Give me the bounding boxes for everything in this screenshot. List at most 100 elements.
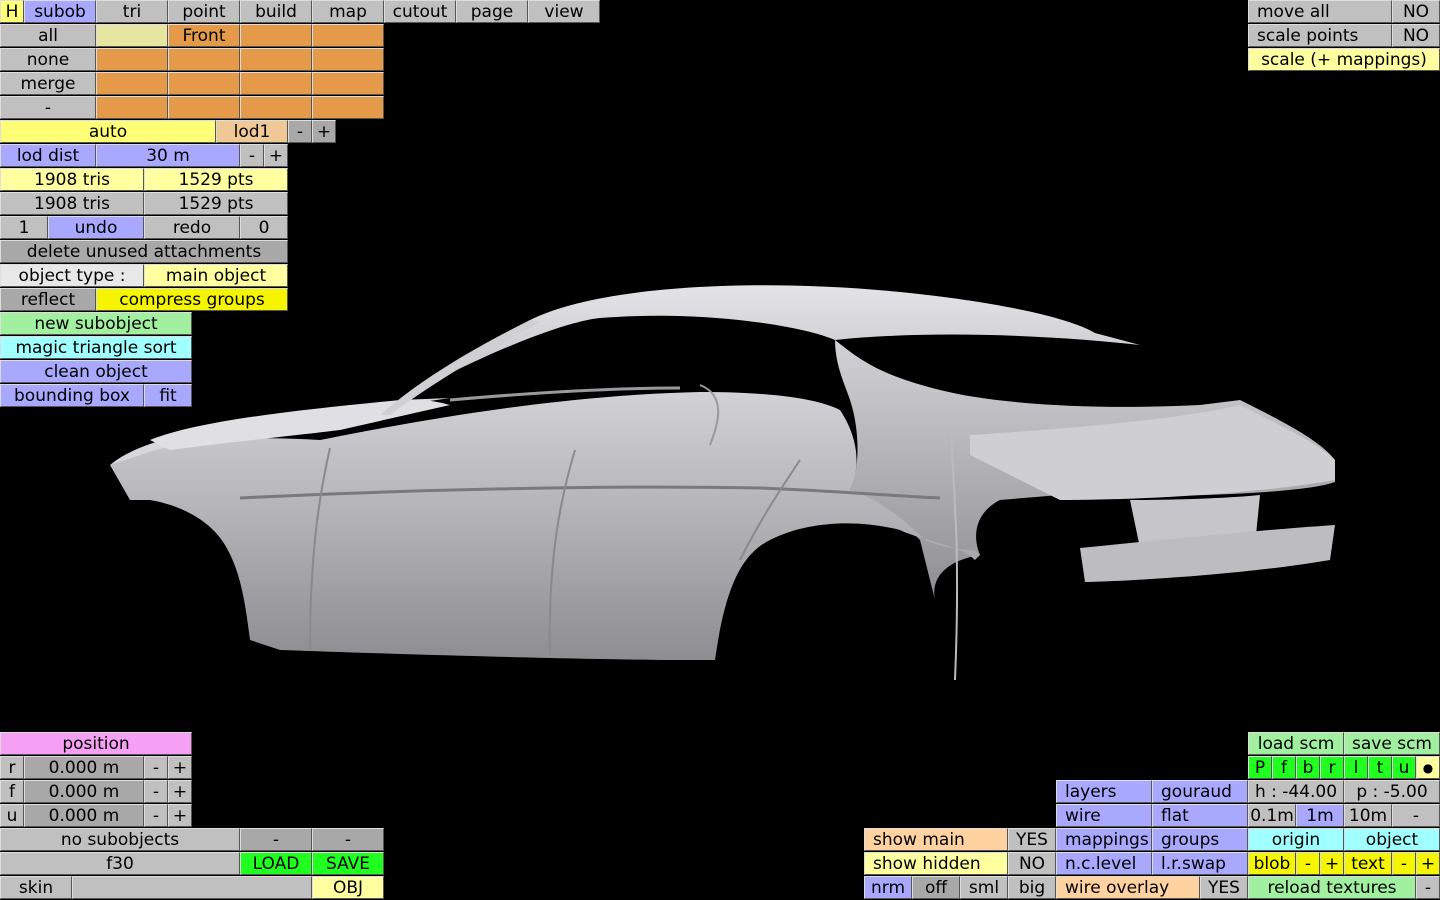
slot-cell[interactable]	[240, 48, 312, 71]
axis-u-value[interactable]: 0.000 m	[24, 804, 144, 827]
step-0-1m-button[interactable]: 0.1m	[1248, 804, 1296, 827]
slot-front[interactable]: Front	[168, 24, 240, 47]
slot-cell[interactable]	[312, 96, 384, 119]
lod-plus-button[interactable]: +	[312, 120, 336, 143]
text-plus-button[interactable]: +	[1416, 852, 1440, 875]
reload-minus-button[interactable]: -	[1416, 876, 1440, 899]
wire-button[interactable]: wire	[1056, 804, 1152, 827]
tab-page[interactable]: page	[456, 0, 528, 23]
lod-name[interactable]: lod1	[216, 120, 288, 143]
load-scm-button[interactable]: load scm	[1248, 732, 1344, 755]
show-hidden-value[interactable]: NO	[1008, 852, 1056, 875]
slot-cell[interactable]	[168, 48, 240, 71]
normals-sml-button[interactable]: sml	[960, 876, 1008, 899]
lod-auto-button[interactable]: auto	[0, 120, 216, 143]
text-button[interactable]: text	[1344, 852, 1392, 875]
object-button[interactable]: object	[1344, 828, 1440, 851]
bounding-box-button[interactable]: bounding box	[0, 384, 144, 407]
slot-cell[interactable]	[240, 72, 312, 95]
tab-point[interactable]: point	[168, 0, 240, 23]
flat-button[interactable]: flat	[1152, 804, 1248, 827]
h-button[interactable]: H	[0, 0, 24, 23]
axis-r-minus-button[interactable]: -	[144, 756, 168, 779]
load-button[interactable]: LOAD	[240, 852, 312, 875]
slot-cell[interactable]	[96, 48, 168, 71]
reflect-button[interactable]: reflect	[0, 288, 96, 311]
delete-unused-attachments-button[interactable]: delete unused attachments	[0, 240, 288, 263]
object-type-value[interactable]: main object	[144, 264, 288, 287]
layers-button[interactable]: layers	[1056, 780, 1152, 803]
dot-icon[interactable]: ●	[1416, 756, 1440, 779]
gouraud-button[interactable]: gouraud	[1152, 780, 1248, 803]
redo-button[interactable]: redo	[144, 216, 240, 239]
tab-map[interactable]: map	[312, 0, 384, 23]
lod-minus-button[interactable]: -	[288, 120, 312, 143]
move-all-value[interactable]: NO	[1392, 0, 1440, 23]
tab-build[interactable]: build	[240, 0, 312, 23]
normals-nrm-button[interactable]: nrm	[864, 876, 912, 899]
normals-off-button[interactable]: off	[912, 876, 960, 899]
axis-r-value[interactable]: 0.000 m	[24, 756, 144, 779]
tab-subob[interactable]: subob	[24, 0, 96, 23]
view-f-button[interactable]: f	[1272, 756, 1296, 779]
file-name-field[interactable]: f30	[0, 852, 240, 875]
tab-cutout[interactable]: cutout	[384, 0, 456, 23]
slot-cell[interactable]	[168, 96, 240, 119]
axis-f-plus-button[interactable]: +	[168, 780, 192, 803]
lr-swap-button[interactable]: l.r.swap	[1152, 852, 1248, 875]
wire-overlay-value[interactable]: YES	[1200, 876, 1248, 899]
move-all-label[interactable]: move all	[1248, 0, 1392, 23]
slot-cell[interactable]	[96, 72, 168, 95]
magic-triangle-sort-button[interactable]: magic triangle sort	[0, 336, 192, 359]
scale-points-label[interactable]: scale points	[1248, 24, 1392, 47]
tab-tri[interactable]: tri	[96, 0, 168, 23]
save-button[interactable]: SAVE	[312, 852, 384, 875]
nc-level-button[interactable]: n.c.level	[1056, 852, 1152, 875]
slot-cell[interactable]	[240, 24, 312, 47]
subobject-dash-button-2[interactable]: -	[312, 828, 384, 851]
pitch-value[interactable]: p : -5.00	[1344, 780, 1440, 803]
new-subobject-button[interactable]: new subobject	[0, 312, 192, 335]
text-minus-button[interactable]: -	[1392, 852, 1416, 875]
slot-cell[interactable]	[168, 72, 240, 95]
subobject-dash-button[interactable]: -	[240, 828, 312, 851]
blob-plus-button[interactable]: +	[1320, 852, 1344, 875]
skin-field[interactable]	[72, 876, 312, 899]
axis-u-minus-button[interactable]: -	[144, 804, 168, 827]
view-u-button[interactable]: u	[1392, 756, 1416, 779]
axis-f-minus-button[interactable]: -	[144, 780, 168, 803]
scale-mappings-button[interactable]: scale (+ mappings)	[1248, 48, 1440, 71]
slot-cell[interactable]	[312, 72, 384, 95]
compress-groups-button[interactable]: compress groups	[96, 288, 288, 311]
slot-cell[interactable]	[240, 96, 312, 119]
axis-r-plus-button[interactable]: +	[168, 756, 192, 779]
slot-cell[interactable]	[312, 24, 384, 47]
blob-minus-button[interactable]: -	[1296, 852, 1320, 875]
axis-u-plus-button[interactable]: +	[168, 804, 192, 827]
lod-dist-value[interactable]: 30 m	[96, 144, 240, 167]
slot-cell[interactable]	[96, 24, 168, 47]
step-minus-button[interactable]: -	[1392, 804, 1440, 827]
tab-view[interactable]: view	[528, 0, 600, 23]
merge-button[interactable]: merge	[0, 72, 96, 95]
lod-dist-minus-button[interactable]: -	[240, 144, 264, 167]
undo-button[interactable]: undo	[48, 216, 144, 239]
view-p-button[interactable]: P	[1248, 756, 1272, 779]
select-all-button[interactable]: all	[0, 24, 96, 47]
clean-object-button[interactable]: clean object	[0, 360, 192, 383]
step-10m-button[interactable]: 10m	[1344, 804, 1392, 827]
normals-big-button[interactable]: big	[1008, 876, 1056, 899]
reload-textures-button[interactable]: reload textures	[1248, 876, 1416, 899]
blob-button[interactable]: blob	[1248, 852, 1296, 875]
heading-value[interactable]: h : -44.00	[1248, 780, 1344, 803]
lod-dist-plus-button[interactable]: +	[264, 144, 288, 167]
select-none-button[interactable]: none	[0, 48, 96, 71]
obj-button[interactable]: OBJ	[312, 876, 384, 899]
show-main-toggle[interactable]: show main	[864, 828, 1008, 851]
scale-points-value[interactable]: NO	[1392, 24, 1440, 47]
axis-f-value[interactable]: 0.000 m	[24, 780, 144, 803]
step-1m-button[interactable]: 1m	[1296, 804, 1344, 827]
origin-button[interactable]: origin	[1248, 828, 1344, 851]
groups-button[interactable]: groups	[1152, 828, 1248, 851]
view-r-button[interactable]: r	[1320, 756, 1344, 779]
